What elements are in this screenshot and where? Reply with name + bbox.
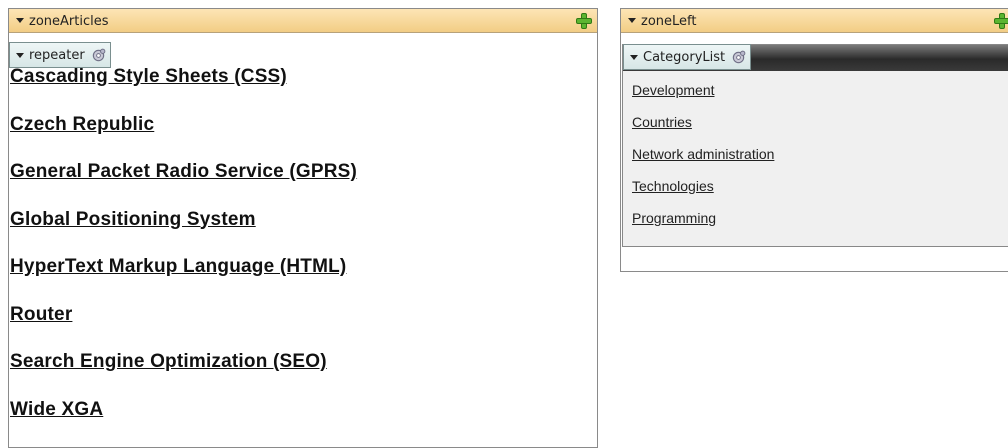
webpart-properties-icon[interactable] <box>91 48 106 63</box>
list-item: HyperText Markup Language (HTML) <box>10 256 595 304</box>
add-webpart-icon[interactable] <box>993 12 1008 30</box>
list-item: Technologies <box>632 176 774 208</box>
zone-left-header[interactable]: zoneLeft <box>621 9 1008 33</box>
categorylist-webpart-tag[interactable]: CategoryList <box>623 44 752 70</box>
zone-articles-header[interactable]: zoneArticles <box>9 9 597 33</box>
collapse-arrow-icon[interactable] <box>627 16 637 26</box>
category-link[interactable]: Countries <box>632 114 692 130</box>
zone-left-title: zoneLeft <box>641 13 697 29</box>
article-link[interactable]: Global Positioning System <box>10 209 256 231</box>
category-link[interactable]: Network administration <box>632 146 774 162</box>
list-item: Router <box>10 304 595 352</box>
webpart-label: CategoryList <box>643 49 726 65</box>
list-item: Czech Republic <box>10 114 595 162</box>
list-item: Development <box>632 80 774 112</box>
webpart-properties-icon[interactable] <box>731 50 746 65</box>
article-link[interactable]: Search Engine Optimization (SEO) <box>10 351 327 373</box>
list-item: Global Positioning System <box>10 209 595 257</box>
article-link[interactable]: Router <box>10 304 72 326</box>
collapse-arrow-icon[interactable] <box>15 50 25 60</box>
list-item: Programming <box>632 208 774 240</box>
articles-list: Cascading Style Sheets (CSS) Czech Repub… <box>10 66 595 446</box>
repeater-webpart-tag[interactable]: repeater <box>9 42 111 68</box>
article-link[interactable]: General Packet Radio Service (GPRS) <box>10 161 357 183</box>
collapse-arrow-icon[interactable] <box>629 52 639 62</box>
article-link[interactable]: Wide XGA <box>10 399 103 421</box>
article-link[interactable]: Cascading Style Sheets (CSS) <box>10 66 287 88</box>
article-link[interactable]: Czech Republic <box>10 114 154 136</box>
collapse-arrow-icon[interactable] <box>15 16 25 26</box>
add-webpart-icon[interactable] <box>575 12 593 30</box>
article-link[interactable]: HyperText Markup Language (HTML) <box>10 256 346 278</box>
category-list-panel: Development Countries Network administra… <box>622 44 1008 247</box>
list-item: General Packet Radio Service (GPRS) <box>10 161 595 209</box>
zone-articles-title: zoneArticles <box>29 13 109 29</box>
list-item: Countries <box>632 112 774 144</box>
list-item: Network administration <box>632 144 774 176</box>
list-item: Wide XGA <box>10 399 595 447</box>
category-link[interactable]: Programming <box>632 210 716 226</box>
category-link[interactable]: Development <box>632 82 715 98</box>
webpart-label: repeater <box>29 47 85 63</box>
category-link[interactable]: Technologies <box>632 178 714 194</box>
category-list: Development Countries Network administra… <box>632 80 774 240</box>
list-item: Cascading Style Sheets (CSS) <box>10 66 595 114</box>
list-item: Search Engine Optimization (SEO) <box>10 351 595 399</box>
